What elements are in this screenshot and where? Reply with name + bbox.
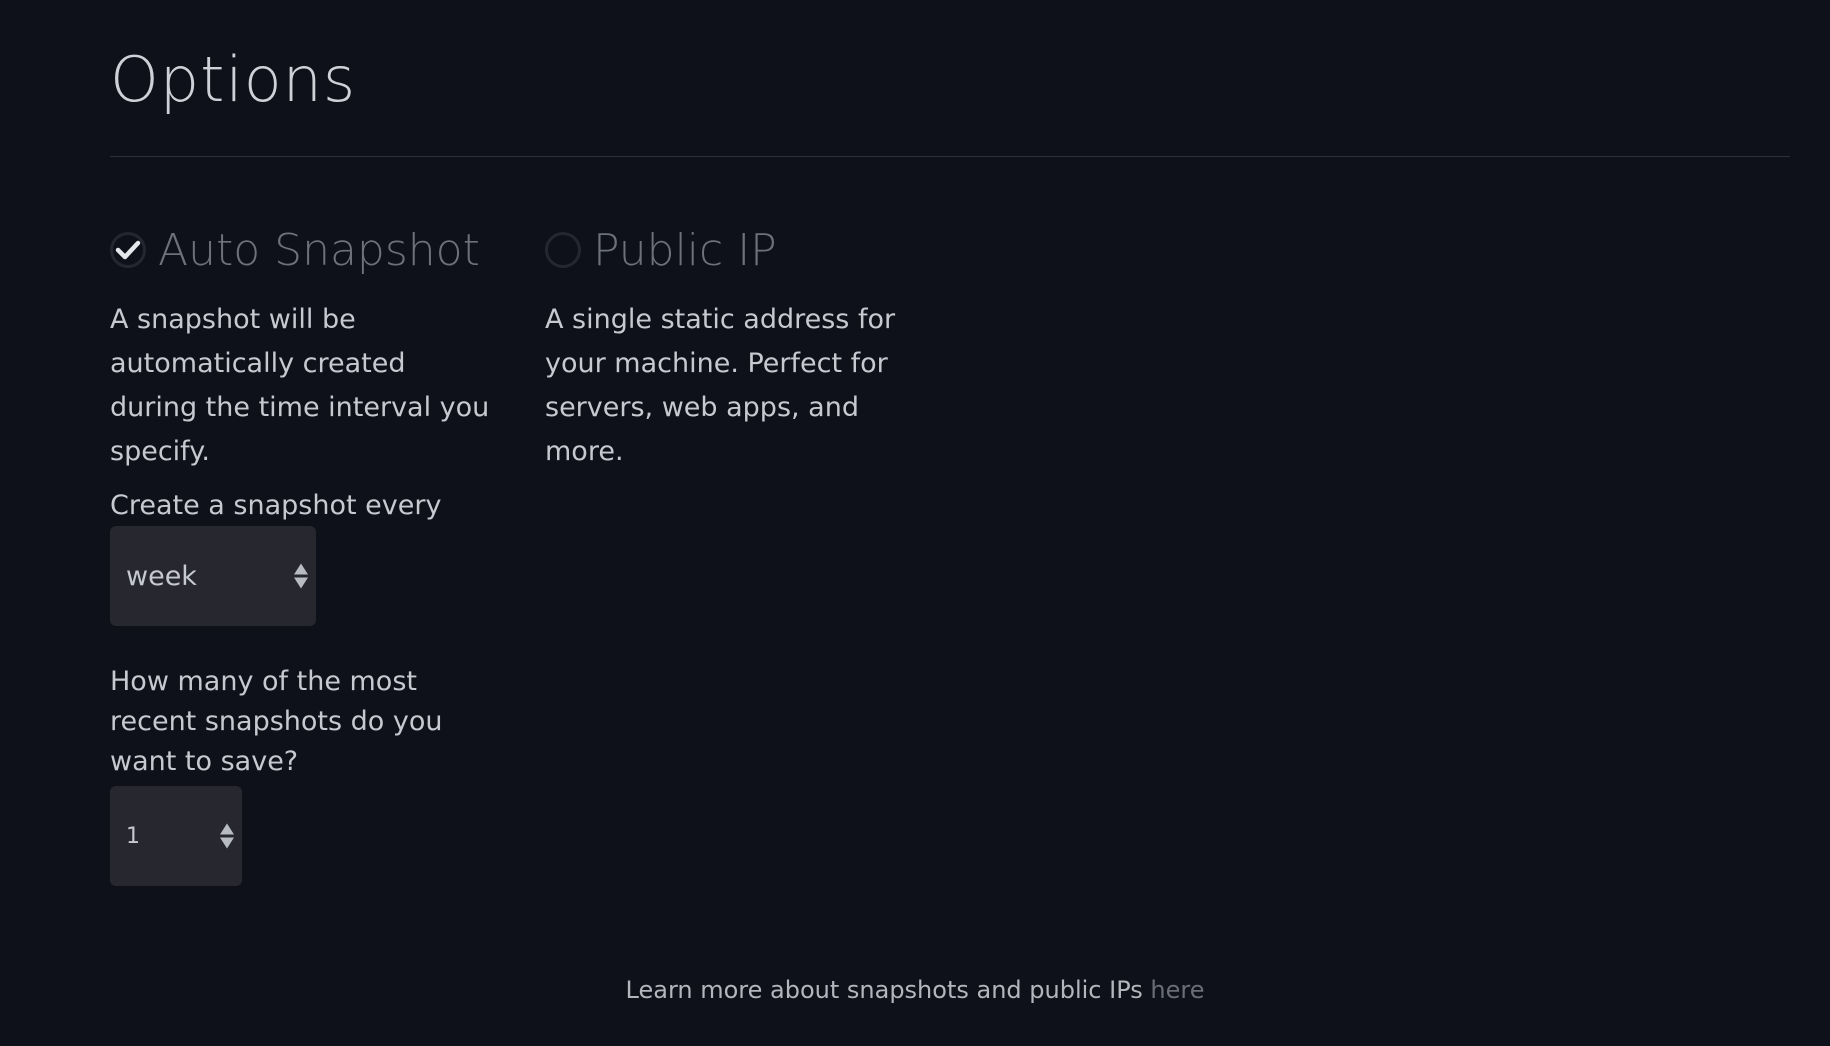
auto-snapshot-description: A snapshot will be automatically created… [110, 304, 490, 467]
auto-snapshot-toggle[interactable]: Auto Snapshot [110, 224, 490, 276]
interval-label: Create a snapshot every [110, 490, 442, 521]
retain-label: How many of the most recent snapshots do… [110, 666, 443, 777]
options-page: Options Auto Snapshot A snapshot will be… [0, 0, 1830, 1046]
interval-select[interactable]: week [110, 526, 316, 626]
page-title: Options [110, 43, 357, 116]
public-ip-description: A single static address for your machine… [545, 304, 896, 467]
footer-text: Learn more about snapshots and public IP… [625, 976, 1151, 1004]
select-arrows-icon [220, 823, 234, 849]
retain-count-value: 1 [126, 823, 140, 849]
public-ip-option: Public IP A single static address for yo… [545, 224, 925, 474]
title-divider [110, 156, 1790, 157]
auto-snapshot-option: Auto Snapshot A snapshot will be automat… [110, 224, 490, 886]
footer: Learn more about snapshots and public IP… [0, 976, 1830, 1004]
checkmark-icon[interactable] [110, 232, 146, 268]
learn-more-link[interactable]: here [1150, 976, 1204, 1004]
interval-select-value: week [126, 560, 197, 592]
select-arrows-icon [294, 563, 308, 589]
empty-circle-icon[interactable] [545, 232, 581, 268]
public-ip-title: Public IP [593, 224, 777, 276]
auto-snapshot-title: Auto Snapshot [158, 224, 480, 276]
retain-count-select[interactable]: 1 [110, 786, 242, 886]
public-ip-toggle[interactable]: Public IP [545, 224, 925, 276]
